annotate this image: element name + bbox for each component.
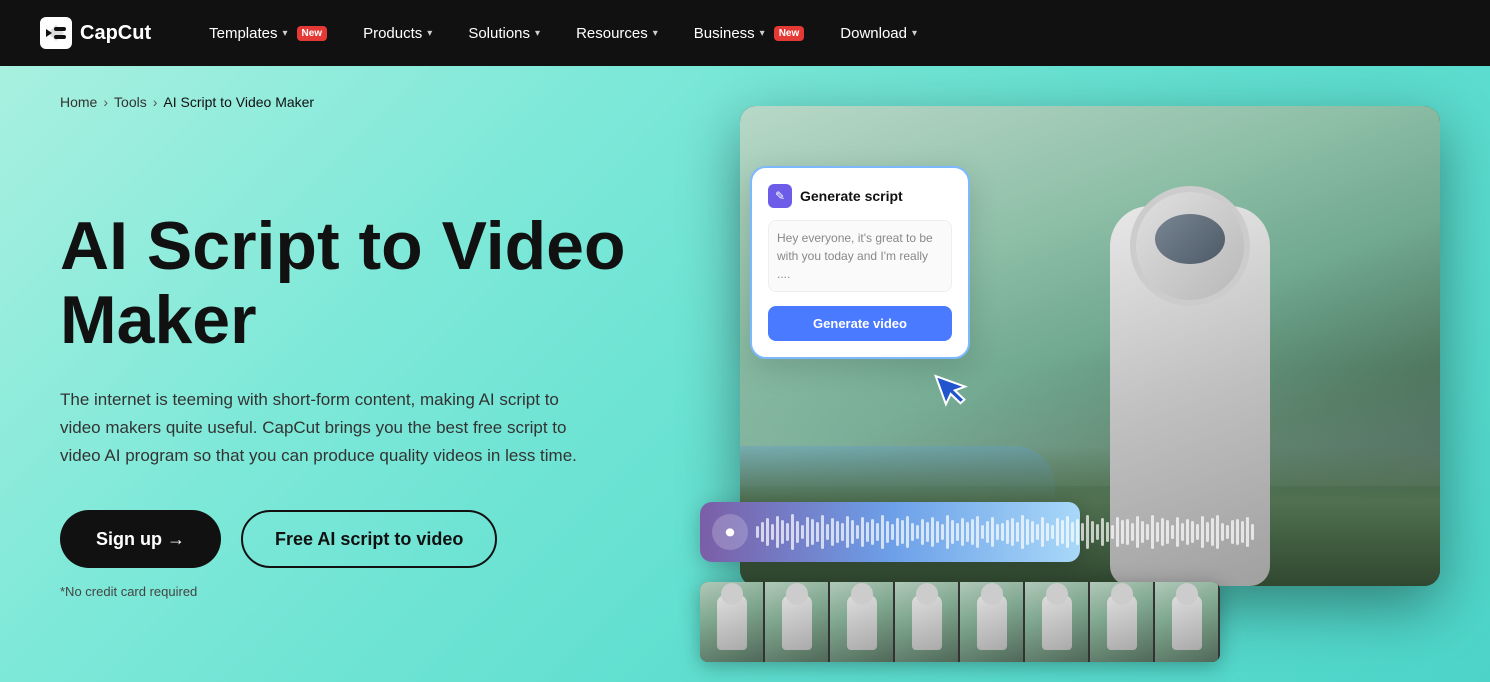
free-script-button[interactable]: Free AI script to video <box>241 510 497 568</box>
film-frame <box>1025 582 1090 662</box>
breadcrumb-home[interactable]: Home <box>60 94 97 110</box>
generate-video-button[interactable]: Generate video <box>768 306 952 341</box>
signup-button[interactable]: Sign up → <box>60 510 221 568</box>
chevron-down-icon: ▾ <box>427 28 432 39</box>
hero-left: AI Script to Video Maker The internet is… <box>60 149 720 600</box>
capcut-logo-icon <box>40 17 72 49</box>
film-frame <box>830 582 895 662</box>
breadcrumb-current: AI Script to Video Maker <box>163 94 314 110</box>
breadcrumb-sep-1: › <box>103 94 108 110</box>
no-card-text: *No credit card required <box>60 584 720 599</box>
new-badge: New <box>774 26 805 41</box>
logo[interactable]: CapCut <box>40 17 151 49</box>
hero-title: AI Script to Video Maker <box>60 209 720 359</box>
breadcrumb: Home › Tools › AI Script to Video Maker <box>60 94 314 110</box>
hero-buttons: Sign up → Free AI script to video <box>60 510 720 568</box>
audio-waveform-bar: ⏺ <box>700 502 1080 562</box>
nav-item-resources[interactable]: Resources ▾ <box>558 0 676 66</box>
card-header: ✎ Generate script <box>768 184 952 208</box>
hero-section: Home › Tools › AI Script to Video Maker … <box>0 66 1490 682</box>
breadcrumb-tools[interactable]: Tools <box>114 94 147 110</box>
hero-right: ✎ Generate script Hey everyone, it's gre… <box>720 66 1430 682</box>
film-frame <box>765 582 830 662</box>
filmstrip <box>700 582 1220 662</box>
nav-item-products[interactable]: Products ▾ <box>345 0 450 66</box>
audio-play-icon: ⏺ <box>712 514 748 550</box>
waveform-visual <box>756 514 1254 550</box>
generate-script-card: ✎ Generate script Hey everyone, it's gre… <box>750 166 970 359</box>
new-badge: New <box>297 26 328 41</box>
nav-item-download[interactable]: Download ▾ <box>822 0 935 66</box>
card-title: Generate script <box>800 188 903 204</box>
astronaut-visor <box>1155 214 1225 264</box>
astronaut-helmet <box>1130 186 1250 306</box>
chevron-down-icon: ▾ <box>912 28 917 39</box>
logo-text: CapCut <box>80 22 151 45</box>
film-frame <box>960 582 1025 662</box>
nav-items: Templates ▾ New Products ▾ Solutions ▾ R… <box>191 0 1450 66</box>
chevron-down-icon: ▾ <box>282 28 287 39</box>
film-frame <box>895 582 960 662</box>
script-icon: ✎ <box>768 184 792 208</box>
film-frame <box>1155 582 1220 662</box>
chevron-down-icon: ▾ <box>653 28 658 39</box>
film-frame <box>1090 582 1155 662</box>
hero-description: The internet is teeming with short-form … <box>60 386 600 470</box>
film-frame <box>700 582 765 662</box>
card-text-area: Hey everyone, it's great to be with you … <box>768 220 952 292</box>
nav-item-templates[interactable]: Templates ▾ New <box>191 0 345 66</box>
breadcrumb-sep-2: › <box>153 94 158 110</box>
nav-item-solutions[interactable]: Solutions ▾ <box>450 0 558 66</box>
nav-item-business[interactable]: Business ▾ New <box>676 0 822 66</box>
chevron-down-icon: ▾ <box>535 28 540 39</box>
chevron-down-icon: ▾ <box>760 28 765 39</box>
navbar: CapCut Templates ▾ New Products ▾ Soluti… <box>0 0 1490 66</box>
